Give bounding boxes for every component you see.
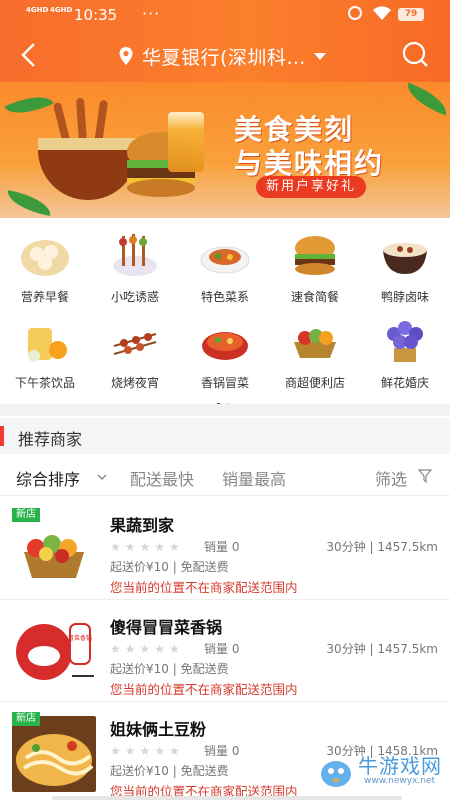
filter-button[interactable]: 筛选 bbox=[375, 466, 407, 490]
merchant-thumbnail bbox=[12, 512, 96, 588]
delivery-fee: 起送价¥10 | 免配送费 bbox=[110, 560, 229, 574]
category-label: 下午茶饮品 bbox=[14, 376, 75, 390]
category-item-snack[interactable]: 小吃诱惑 bbox=[90, 226, 180, 306]
watermark-logo-icon bbox=[321, 761, 351, 787]
watermark-url: www.newyx.net bbox=[364, 776, 436, 786]
merchant-thumbnail: 冒菜香锅 bbox=[12, 614, 96, 690]
sort-option-bestselling[interactable]: 销量最高 bbox=[222, 466, 286, 490]
delivery-time-distance: 30分钟 | 1457.5km bbox=[326, 642, 438, 656]
signal-indicator-2: 4GHD bbox=[50, 6, 73, 14]
delivery-time-distance: 30分钟 | 1457.5km bbox=[326, 540, 438, 554]
location-selector[interactable]: 华夏银行(深圳科… bbox=[118, 44, 326, 69]
category-label: 小吃诱惑 bbox=[110, 290, 159, 304]
top-nav: 华夏银行(深圳科… bbox=[0, 34, 450, 76]
out-of-range-warning: 您当前的位置不在商家配送范围内 bbox=[110, 580, 298, 595]
location-pin-icon bbox=[119, 47, 133, 65]
recommend-header: 推荐商家 bbox=[0, 418, 450, 454]
category-label: 营养早餐 bbox=[20, 290, 69, 304]
sort-option-fastest[interactable]: 配送最快 bbox=[130, 466, 194, 490]
location-text: 华夏银行(深圳科… bbox=[142, 46, 306, 69]
leaf-decoration bbox=[4, 87, 54, 123]
watermark-title: 牛游戏网 bbox=[358, 754, 442, 778]
out-of-range-warning: 您当前的位置不在商家配送范围内 bbox=[110, 682, 298, 697]
sort-bar: 综合排序 配送最快 销量最高 筛选 bbox=[0, 454, 450, 496]
hotpot-icon bbox=[202, 332, 248, 360]
category-label: 烧烤夜宵 bbox=[110, 376, 159, 390]
status-time: 10:35 bbox=[74, 6, 118, 24]
more-notifications-icon: ··· bbox=[142, 4, 161, 23]
category-item-dish[interactable]: 特色菜系 bbox=[180, 226, 270, 306]
delivery-fee: 起送价¥10 | 免配送费 bbox=[110, 662, 229, 676]
noodle-bowl-image bbox=[38, 138, 138, 200]
merchant-thumbnail bbox=[12, 716, 96, 792]
category-label: 香锅冒菜 bbox=[200, 376, 249, 390]
category-label: 鲜花婚庆 bbox=[380, 376, 429, 390]
chevron-down-icon[interactable] bbox=[97, 472, 107, 482]
category-item-fastfood[interactable]: 速食简餐 bbox=[270, 226, 360, 306]
caret-down-icon bbox=[313, 52, 326, 60]
back-arrow-icon[interactable] bbox=[18, 42, 42, 68]
status-bar: 4GHD 4GHD 10:35 ··· 79 bbox=[0, 0, 450, 30]
category-item-flowers[interactable]: 鲜花婚庆 bbox=[360, 312, 450, 392]
grocery-icon bbox=[294, 329, 336, 358]
burger-icon bbox=[295, 236, 335, 275]
wifi-icon bbox=[373, 6, 391, 20]
sort-option-comprehensive[interactable]: 综合排序 bbox=[16, 466, 80, 490]
category-item-bbq[interactable]: 烧烤夜宵 bbox=[90, 312, 180, 392]
category-label: 商超便利店 bbox=[284, 376, 345, 390]
app-screen: 4GHD 4GHD 10:35 ··· 79 华夏银行(深圳科… 美食美刻 与美… bbox=[0, 0, 450, 800]
merchant-item[interactable]: 新店 果蔬到家 ★★★★★ 销量 0 30分钟 | 1457.5km 起送价¥1… bbox=[0, 498, 450, 600]
category-item-breakfast[interactable]: 营养早餐 bbox=[0, 226, 90, 306]
category-grid: 营养早餐 小吃诱惑 特色菜系 速食简餐 鸭脖卤味 下午茶饮品 烧烤夜宵 香锅冒菜… bbox=[0, 226, 450, 396]
rating-stars: ★★★★★ bbox=[110, 744, 184, 758]
thumbnail-sign-text-line1: 冒菜香锅 bbox=[68, 634, 92, 642]
new-store-badge: 新店 bbox=[12, 508, 40, 522]
rating-stars: ★★★★★ bbox=[110, 642, 184, 656]
search-icon[interactable] bbox=[400, 40, 430, 70]
merchant-item[interactable]: 冒菜香锅 傻得冒冒菜香锅 ★★★★★ 销量 0 30分钟 | 1457.5km … bbox=[0, 600, 450, 702]
merchant-name: 傻得冒冒菜香锅 bbox=[110, 618, 223, 637]
new-store-badge: 新店 bbox=[12, 712, 40, 726]
recommend-accent-bar bbox=[0, 426, 4, 446]
sales-count: 销量 0 bbox=[204, 744, 240, 758]
category-pager bbox=[216, 393, 236, 408]
tea-icon bbox=[28, 328, 67, 362]
bbq-icon bbox=[113, 333, 157, 355]
merchant-name: 果蔬到家 bbox=[110, 516, 175, 535]
snack-icon bbox=[113, 234, 157, 276]
filter-icon[interactable] bbox=[418, 469, 432, 483]
battery-icon: 79 bbox=[398, 8, 424, 21]
category-item-hotpot[interactable]: 香锅冒菜 bbox=[180, 312, 270, 392]
category-label: 鸭脖卤味 bbox=[380, 290, 429, 304]
merchant-name: 姐妹俩土豆粉 bbox=[110, 720, 207, 739]
flowers-icon bbox=[387, 321, 423, 362]
leaf-decoration bbox=[402, 82, 450, 116]
drink-cup-image bbox=[168, 112, 204, 172]
promo-banner[interactable]: 美食美刻 与美味相约 新用户享好礼 bbox=[0, 82, 450, 218]
sales-count: 销量 0 bbox=[204, 642, 240, 656]
sales-count: 销量 0 bbox=[204, 540, 240, 554]
category-item-tea[interactable]: 下午茶饮品 bbox=[0, 312, 90, 392]
signal-indicator-1: 4GHD bbox=[26, 6, 49, 14]
category-item-braised[interactable]: 鸭脖卤味 bbox=[360, 226, 450, 306]
home-indicator bbox=[52, 796, 402, 800]
rating-stars: ★★★★★ bbox=[110, 540, 184, 554]
section-divider bbox=[0, 404, 450, 416]
alarm-icon bbox=[348, 6, 362, 20]
category-label: 速食简餐 bbox=[290, 290, 339, 304]
leaf-decoration bbox=[4, 190, 54, 216]
delivery-fee: 起送价¥10 | 免配送费 bbox=[110, 764, 229, 778]
category-label: 特色菜系 bbox=[200, 290, 249, 304]
dish-icon bbox=[200, 246, 250, 274]
recommend-title: 推荐商家 bbox=[18, 430, 83, 449]
breakfast-icon bbox=[21, 240, 69, 276]
braised-icon bbox=[383, 243, 427, 274]
category-item-grocery[interactable]: 商超便利店 bbox=[270, 312, 360, 392]
new-user-gift-badge[interactable]: 新用户享好礼 bbox=[256, 176, 367, 198]
site-watermark: 牛游戏网 www.newyx.net bbox=[318, 750, 448, 794]
